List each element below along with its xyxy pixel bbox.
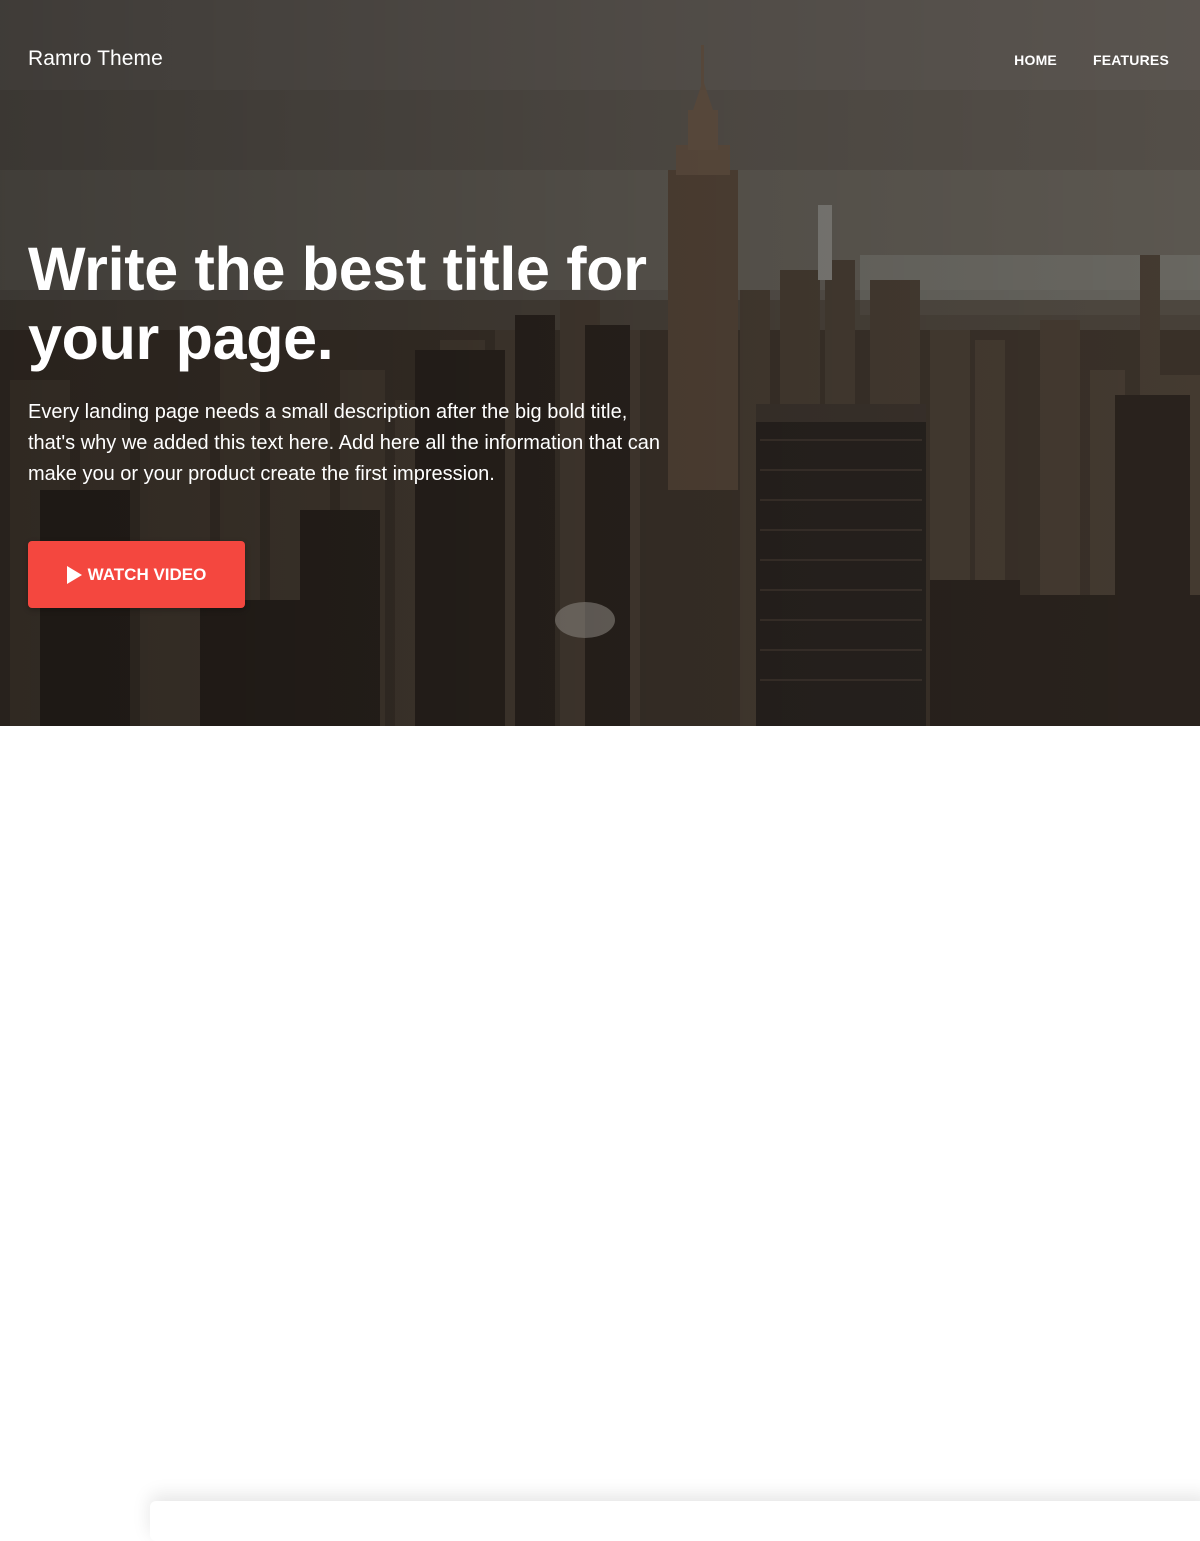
top-navigation: Ramro Theme HOME FEATURES — [0, 0, 1200, 120]
content-card-edge — [150, 1501, 1200, 1541]
hero-title: Write the best title for your page. — [28, 235, 647, 372]
nav-link-features[interactable]: FEATURES — [1093, 52, 1169, 68]
nav-links: HOME FEATURES — [1014, 52, 1169, 68]
hero-description: Every landing page needs a small descrip… — [28, 401, 660, 485]
nav-link-home[interactable]: HOME — [1014, 52, 1057, 68]
brand-logo-text[interactable]: Ramro Theme — [28, 47, 163, 71]
play-icon — [66, 565, 82, 584]
hero-section: Ramro Theme HOME FEATURES Write the best… — [0, 0, 1200, 726]
content-section — [0, 726, 1200, 1541]
watch-video-button[interactable]: WATCH VIDEO — [28, 541, 245, 608]
watch-video-label: WATCH VIDEO — [87, 564, 207, 584]
